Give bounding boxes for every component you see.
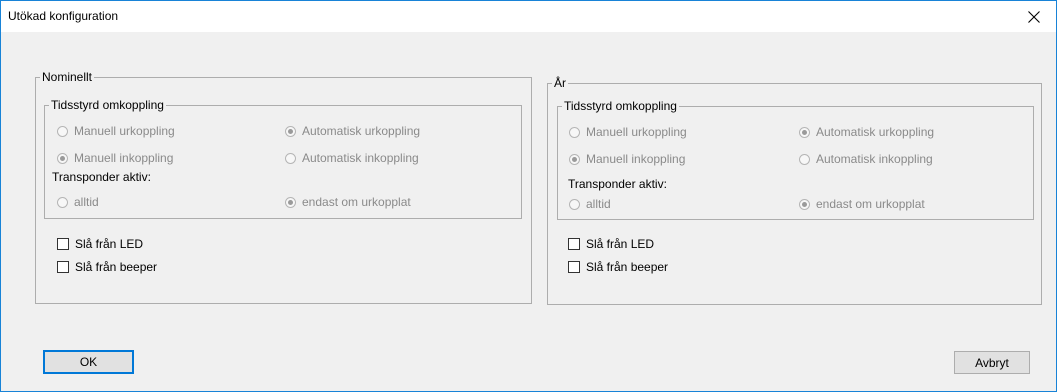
checkbox-box[interactable]: [57, 261, 69, 273]
window-title: Utökad konfiguration: [8, 9, 119, 23]
panel-nominellt: Nominellt Tidsstyrd omkoppling Manuell u…: [35, 70, 532, 304]
radio-manuell-urkoppling[interactable]: Manuell urkoppling: [569, 125, 687, 139]
checkbox-label: Slå från beeper: [75, 260, 158, 274]
radio-manuell-urkoppling[interactable]: Manuell urkoppling: [57, 124, 175, 138]
radio-unchecked-icon: [57, 125, 68, 137]
panel-legend: Nominellt: [40, 70, 95, 84]
radio-checked-icon: [285, 125, 296, 137]
radio-checked-icon: [285, 196, 296, 208]
transponder-label: Transponder aktiv:: [568, 177, 667, 191]
group-tidsstyrd-omkoppling: Tidsstyrd omkoppling Manuell urkoppling …: [44, 98, 522, 219]
close-icon: [1028, 10, 1040, 23]
radio-checked-icon: [799, 198, 810, 210]
checkbox-sla-fran-led[interactable]: Slå från LED: [57, 237, 143, 251]
group-legend: Tidsstyrd omkoppling: [49, 98, 166, 112]
close-button[interactable]: [1012, 1, 1056, 32]
checkbox-label: Slå från LED: [75, 237, 144, 251]
radio-label: alltid: [586, 197, 611, 211]
cancel-button[interactable]: Avbryt: [954, 351, 1030, 374]
radio-alltid[interactable]: alltid: [57, 195, 99, 209]
checkbox-box[interactable]: [568, 238, 580, 250]
group-legend: Tidsstyrd omkoppling: [562, 99, 679, 113]
radio-checked-icon: [569, 153, 580, 165]
checkbox-box[interactable]: [568, 261, 580, 273]
title-bar: Utökad konfiguration: [1, 1, 1056, 32]
group-tidsstyrd-omkoppling: Tidsstyrd omkoppling Manuell urkoppling …: [557, 99, 1034, 220]
radio-label: alltid: [74, 195, 99, 209]
radio-label: Manuell inkoppling: [586, 152, 686, 166]
radio-label: Automatisk inkoppling: [302, 151, 419, 165]
ok-button[interactable]: OK: [43, 350, 134, 374]
transponder-label: Transponder aktiv:: [52, 170, 151, 184]
radio-automatisk-inkoppling[interactable]: Automatisk inkoppling: [799, 152, 933, 166]
radio-unchecked-icon: [799, 153, 810, 165]
radio-checked-icon: [57, 152, 68, 164]
checkbox-sla-fran-beeper[interactable]: Slå från beeper: [568, 260, 668, 274]
radio-automatisk-inkoppling[interactable]: Automatisk inkoppling: [285, 151, 419, 165]
checkbox-sla-fran-led[interactable]: Slå från LED: [568, 237, 654, 251]
radio-label: Automatisk inkoppling: [816, 152, 933, 166]
radio-label: Manuell urkoppling: [74, 124, 175, 138]
radio-automatisk-urkoppling[interactable]: Automatisk urkoppling: [799, 125, 934, 139]
radio-alltid[interactable]: alltid: [569, 197, 611, 211]
radio-manuell-inkoppling[interactable]: Manuell inkoppling: [57, 151, 173, 165]
radio-label: endast om urkopplat: [816, 197, 925, 211]
radio-checked-icon: [799, 126, 810, 138]
radio-manuell-inkoppling[interactable]: Manuell inkoppling: [569, 152, 685, 166]
radio-automatisk-urkoppling[interactable]: Automatisk urkoppling: [285, 124, 420, 138]
radio-unchecked-icon: [57, 196, 68, 208]
checkbox-sla-fran-beeper[interactable]: Slå från beeper: [57, 260, 157, 274]
checkbox-label: Slå från beeper: [586, 260, 669, 274]
radio-label: Manuell urkoppling: [586, 125, 687, 139]
radio-unchecked-icon: [569, 126, 580, 138]
checkbox-label: Slå från LED: [586, 237, 655, 251]
radio-unchecked-icon: [569, 198, 580, 210]
radio-endast-om-urkopplat[interactable]: endast om urkopplat: [285, 195, 411, 209]
radio-unchecked-icon: [285, 152, 296, 164]
dialog-window: Utökad konfiguration Nominellt Tidsstyrd…: [0, 0, 1057, 392]
radio-label: Manuell inkoppling: [74, 151, 174, 165]
radio-endast-om-urkopplat[interactable]: endast om urkopplat: [799, 197, 925, 211]
panel-legend: År: [552, 76, 568, 90]
panel-ar: År Tidsstyrd omkoppling Manuell urkoppli…: [547, 76, 1042, 305]
radio-label: Automatisk urkoppling: [816, 125, 935, 139]
radio-label: endast om urkopplat: [302, 195, 411, 209]
checkbox-box[interactable]: [57, 238, 69, 250]
radio-label: Automatisk urkoppling: [302, 124, 421, 138]
